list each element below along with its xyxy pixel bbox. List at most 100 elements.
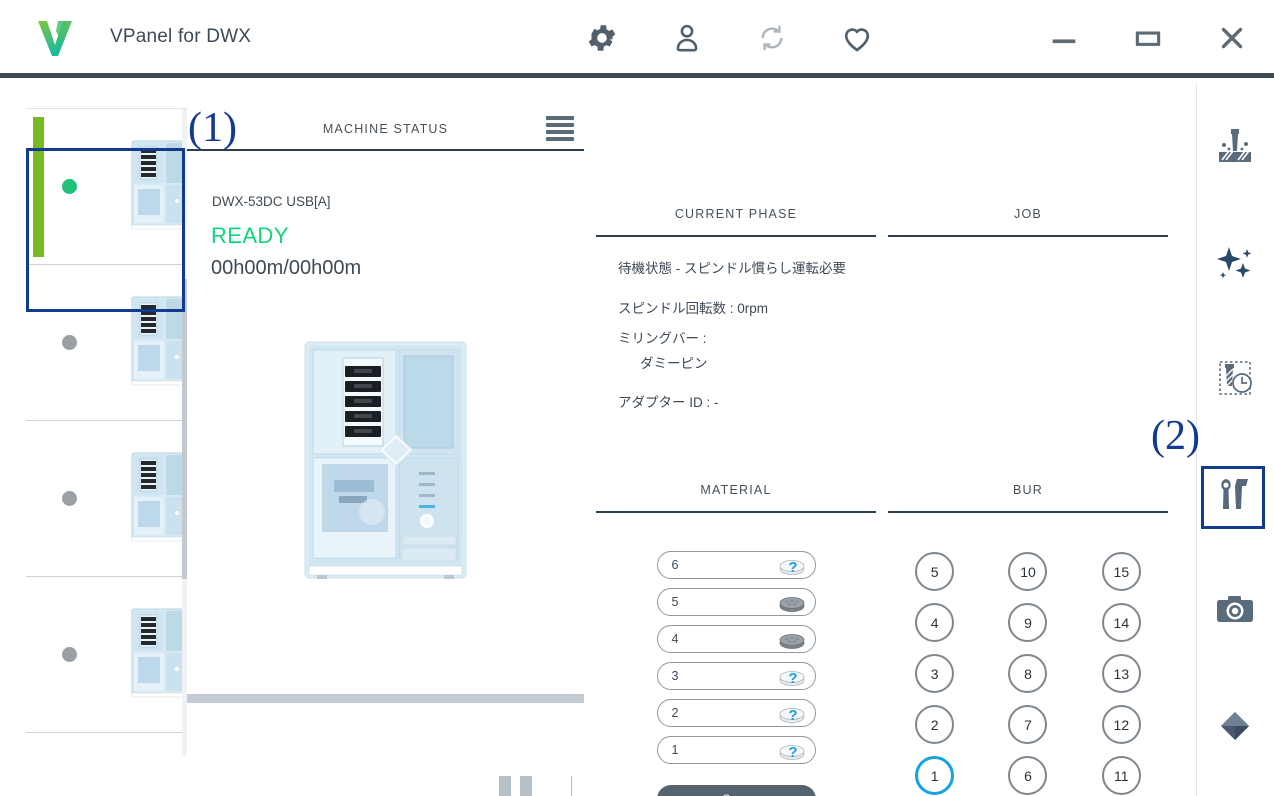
bur-slot-1[interactable]: 1 — [915, 756, 955, 795]
machine-status-header: MACHINE STATUS — [187, 108, 584, 151]
material-slot-2[interactable]: 2 ? — [656, 699, 816, 727]
machine-status-dot — [62, 647, 77, 662]
maximize-button[interactable] — [1106, 14, 1190, 62]
bur-slot-15[interactable]: 15 — [1101, 552, 1141, 591]
status-badge: READY — [211, 223, 289, 248]
unknown-disc-icon: ? — [779, 707, 804, 724]
machine-list-item-3[interactable] — [26, 421, 187, 577]
bur-slot-10[interactable]: 10 — [1008, 552, 1048, 591]
dwx-machine-thumbnail — [131, 296, 187, 386]
unknown-disc-icon: ? — [779, 559, 804, 576]
bur-title: BUR — [1013, 483, 1043, 497]
rail-divider — [1196, 83, 1197, 796]
material-title: MATERIAL — [700, 483, 772, 497]
page-title: VPanel for DWX — [110, 25, 252, 47]
current-phase-panel: CURRENT PHASE 待機状態 - スピンドル慣らし運転必要 スピンドル回… — [596, 193, 876, 453]
control-divider — [571, 776, 572, 796]
phase-adapter-id: アダプター ID : - — [618, 395, 719, 411]
material-slot-5[interactable]: 5 — [656, 588, 816, 616]
bur-slot-6[interactable]: 6 — [1008, 756, 1048, 795]
job-progress-bar — [187, 694, 584, 703]
machine-selected-bar — [33, 117, 44, 257]
current-phase-title: CURRENT PHASE — [674, 207, 798, 221]
material-slot-3[interactable]: 3 ? — [656, 662, 816, 690]
pause-button[interactable] — [499, 776, 533, 796]
job-title: JOB — [1014, 207, 1042, 221]
bur-slot-5[interactable]: 5 — [915, 552, 955, 591]
hamburger-menu-icon[interactable] — [546, 116, 574, 142]
elapsed-time: 00h00m/00h00m — [211, 257, 362, 279]
material-slot-number: 6 — [671, 558, 679, 572]
job-body — [888, 237, 1168, 259]
bur-slot-4[interactable]: 4 — [915, 603, 955, 642]
bur-slot-7[interactable]: 7 — [1008, 705, 1048, 744]
bur-slot-8[interactable]: 8 — [1008, 654, 1048, 693]
svg-text:?: ? — [788, 670, 797, 687]
sparkle-clean-icon[interactable] — [1205, 232, 1265, 292]
tool-life-icon[interactable] — [1205, 348, 1265, 408]
job-panel: JOB — [888, 193, 1168, 453]
bur-slot-11[interactable]: 11 — [1101, 756, 1141, 795]
material-slot-1[interactable]: 1 ? — [656, 736, 816, 764]
bur-slot-9[interactable]: 9 — [1008, 603, 1048, 642]
material-slot-6[interactable]: 6 ? — [656, 551, 816, 579]
svg-text:?: ? — [788, 744, 797, 761]
bur-slot-14[interactable]: 14 — [1101, 603, 1141, 642]
window-controls — [1022, 14, 1274, 62]
bur-slot-12[interactable]: 12 — [1101, 705, 1141, 744]
vpanel-window: VPanel for DWX MACHINE STATUS DWX-53DC U… — [0, 0, 1274, 796]
material-slot-4[interactable]: 4 — [656, 625, 816, 653]
heart-icon[interactable] — [835, 16, 879, 60]
close-button[interactable] — [1190, 14, 1274, 62]
diamond-icon[interactable] — [1205, 696, 1265, 756]
phase-milling-bur-label: ミリングバー : — [618, 331, 707, 347]
unknown-disc-icon: ? — [779, 670, 804, 687]
camera-icon[interactable] — [1205, 580, 1265, 640]
material-slot-number: 3 — [671, 669, 679, 683]
material-slot-number: 1 — [671, 743, 679, 757]
job-header: JOB — [888, 193, 1168, 237]
machine-status-dot — [62, 335, 77, 350]
bur-header: BUR — [888, 469, 1168, 513]
dwx-53dc-machine-photo — [304, 341, 467, 579]
titlebar-icon-group — [580, 16, 879, 60]
svg-text:?: ? — [788, 559, 797, 576]
material-slot-list: 6 ? 5 4 3 ? 2 ? 1 ? — [596, 513, 876, 796]
machine-status-dot — [62, 179, 77, 194]
bur-slot-2[interactable]: 2 — [915, 705, 955, 744]
machine-status-dot — [62, 491, 77, 506]
machine-list-item-4[interactable] — [26, 577, 187, 733]
scan-button[interactable]: Scan — [656, 785, 816, 796]
tool-rail — [1196, 83, 1274, 796]
machine-list-item-2[interactable] — [26, 265, 187, 421]
material-header: MATERIAL — [596, 469, 876, 513]
material-slot-number: 2 — [671, 706, 679, 720]
material-panel: MATERIAL 6 ? 5 4 3 ? 2 ? 1 ? — [596, 469, 876, 796]
minimize-button[interactable] — [1022, 14, 1106, 62]
phase-state-line: 待機状態 - スピンドル慣らし運転必要 — [618, 261, 846, 276]
phase-spindle-speed: スピンドル回転数 : 0rpm — [618, 300, 769, 316]
unknown-disc-icon: ? — [779, 744, 804, 761]
refresh-icon[interactable] — [750, 16, 794, 60]
machine-name: DWX-53DC USB[A] — [212, 194, 331, 209]
dwx-machine-thumbnail — [131, 140, 187, 230]
main-content: MACHINE STATUS DWX-53DC USB[A] READY 00h… — [0, 83, 1274, 796]
dwx-machine-thumbnail — [131, 608, 187, 698]
machine-status-title: MACHINE STATUS — [322, 121, 449, 136]
bur-slot-3[interactable]: 3 — [915, 654, 955, 693]
loaded-disc-icon — [779, 597, 804, 612]
machine-status-panel: MACHINE STATUS DWX-53DC USB[A] READY 00h… — [187, 108, 647, 796]
gear-icon[interactable] — [580, 16, 624, 60]
milling-icon[interactable] — [1205, 116, 1265, 176]
title-bar: VPanel for DWX — [0, 0, 1274, 78]
phase-milling-bur-value: ダミーピン — [640, 355, 708, 371]
bur-slot-13[interactable]: 13 — [1101, 654, 1141, 693]
machine-list — [26, 108, 187, 756]
material-slot-number: 4 — [671, 632, 679, 646]
maintenance-icon[interactable] — [1205, 464, 1265, 524]
bur-grid: 5 10 15 4 9 14 3 8 13 2 7 12 1 6 11 — [888, 513, 1168, 795]
svg-text:?: ? — [788, 707, 797, 724]
bur-panel: BUR 5 10 15 4 9 14 3 8 13 2 7 12 1 6 11 — [888, 469, 1168, 796]
user-icon[interactable] — [665, 16, 709, 60]
machine-list-item-1[interactable] — [26, 109, 187, 265]
